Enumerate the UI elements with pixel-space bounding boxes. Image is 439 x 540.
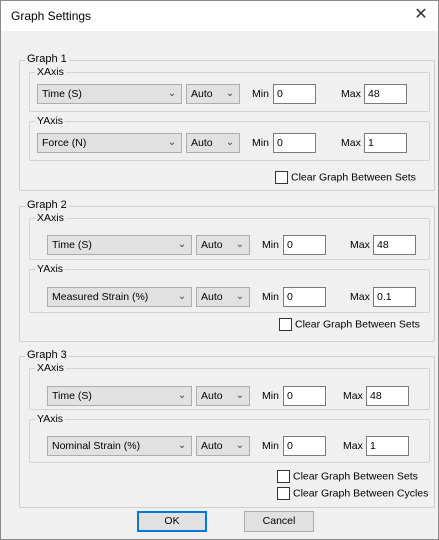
- graph-3-yaxis-min-input[interactable]: 0: [283, 436, 326, 456]
- graph-2-xaxis-group: XAxis Time (S) ⌄ Auto ⌄ Min 0 Max 48: [29, 212, 430, 260]
- graph-2-label: Graph 2: [25, 199, 69, 211]
- select-value: Time (S): [42, 88, 82, 100]
- graph-1-yaxis-quantity-select[interactable]: Force (N) ⌄: [37, 133, 182, 153]
- xaxis-label: XAxis: [35, 66, 66, 78]
- yaxis-label: YAxis: [35, 115, 66, 127]
- chevron-down-icon: ⌄: [235, 440, 245, 451]
- chevron-down-icon: ⌄: [177, 239, 187, 250]
- checkbox-box[interactable]: [277, 470, 290, 483]
- min-label: Min: [252, 88, 269, 100]
- select-value: Force (N): [42, 137, 87, 149]
- checkbox-label: Clear Graph Between Sets: [291, 171, 416, 184]
- cancel-button[interactable]: Cancel: [244, 511, 314, 532]
- graph-1-yaxis-scale-select[interactable]: Auto ⌄: [186, 133, 240, 153]
- graph-settings-dialog: Graph Settings ✕ Graph 1 XAxis Time (S) …: [0, 0, 439, 540]
- graph-3-xaxis-scale-select[interactable]: Auto ⌄: [196, 386, 250, 406]
- graph-1-yaxis-group: YAxis Force (N) ⌄ Auto ⌄ Min 0 Max 1: [29, 115, 430, 161]
- xaxis-label: XAxis: [35, 362, 66, 374]
- graph-2-xaxis-max-input[interactable]: 48: [373, 235, 416, 255]
- graph-1-xaxis-quantity-select[interactable]: Time (S) ⌄: [37, 84, 182, 104]
- ok-button[interactable]: OK: [137, 511, 207, 532]
- graph-2-yaxis-max-input[interactable]: 0.1: [373, 287, 416, 307]
- graph-1-xaxis-max-input[interactable]: 48: [364, 84, 407, 104]
- max-label: Max: [350, 291, 370, 303]
- chevron-down-icon: ⌄: [177, 291, 187, 302]
- graph-3-yaxis-scale-select[interactable]: Auto ⌄: [196, 436, 250, 456]
- chevron-down-icon: ⌄: [167, 137, 177, 148]
- select-value: Measured Strain (%): [52, 291, 149, 303]
- checkbox-box[interactable]: [275, 171, 288, 184]
- graph-3-label: Graph 3: [25, 349, 69, 361]
- graph-3-xaxis-min-input[interactable]: 0: [283, 386, 326, 406]
- graph-3-clear-between-cycles-checkbox[interactable]: Clear Graph Between Cycles: [277, 487, 428, 500]
- chevron-down-icon: ⌄: [235, 239, 245, 250]
- graph-3-clear-between-sets-checkbox[interactable]: Clear Graph Between Sets: [277, 470, 418, 483]
- select-value: Nominal Strain (%): [52, 440, 141, 452]
- graph-1-yaxis-max-input[interactable]: 1: [364, 133, 407, 153]
- graph-3-yaxis-max-input[interactable]: 1: [366, 436, 409, 456]
- min-label: Min: [262, 239, 279, 251]
- max-label: Max: [341, 88, 361, 100]
- min-label: Min: [262, 291, 279, 303]
- xaxis-label: XAxis: [35, 212, 66, 224]
- min-label: Min: [252, 137, 269, 149]
- graph-3-xaxis-group: XAxis Time (S) ⌄ Auto ⌄ Min 0 Max 48: [29, 362, 430, 410]
- graph-2-yaxis-min-input[interactable]: 0: [283, 287, 326, 307]
- select-value: Time (S): [52, 390, 92, 402]
- checkbox-label: Clear Graph Between Sets: [293, 470, 418, 483]
- graph-1-clear-between-sets-checkbox[interactable]: Clear Graph Between Sets: [275, 171, 416, 184]
- select-value: Auto: [191, 88, 213, 100]
- graph-1-xaxis-group: XAxis Time (S) ⌄ Auto ⌄ Min 0 Max 48: [29, 66, 430, 112]
- window-title: Graph Settings: [11, 9, 92, 23]
- checkbox-label: Clear Graph Between Sets: [295, 318, 420, 331]
- select-value: Auto: [201, 440, 223, 452]
- graph-1-group: Graph 1 XAxis Time (S) ⌄ Auto ⌄ Min 0 Ma…: [19, 53, 435, 191]
- graph-2-clear-between-sets-checkbox[interactable]: Clear Graph Between Sets: [279, 318, 420, 331]
- graph-3-group: Graph 3 XAxis Time (S) ⌄ Auto ⌄ Min 0 Ma…: [19, 349, 435, 508]
- graph-3-xaxis-max-input[interactable]: 48: [366, 386, 409, 406]
- graph-3-xaxis-quantity-select[interactable]: Time (S) ⌄: [47, 386, 192, 406]
- select-value: Auto: [201, 291, 223, 303]
- select-value: Time (S): [52, 239, 92, 251]
- close-icon[interactable]: ✕: [410, 4, 432, 26]
- chevron-down-icon: ⌄: [225, 88, 235, 99]
- select-value: Auto: [201, 239, 223, 251]
- graph-2-group: Graph 2 XAxis Time (S) ⌄ Auto ⌄ Min 0 Ma…: [19, 199, 435, 342]
- graph-1-label: Graph 1: [25, 53, 69, 65]
- chevron-down-icon: ⌄: [225, 137, 235, 148]
- max-label: Max: [341, 137, 361, 149]
- graph-1-xaxis-min-input[interactable]: 0: [273, 84, 316, 104]
- graph-2-xaxis-quantity-select[interactable]: Time (S) ⌄: [47, 235, 192, 255]
- select-value: Auto: [201, 390, 223, 402]
- graph-3-yaxis-quantity-select[interactable]: Nominal Strain (%) ⌄: [47, 436, 192, 456]
- max-label: Max: [343, 440, 363, 452]
- yaxis-label: YAxis: [35, 263, 66, 275]
- chevron-down-icon: ⌄: [235, 390, 245, 401]
- max-label: Max: [350, 239, 370, 251]
- chevron-down-icon: ⌄: [167, 88, 177, 99]
- graph-2-yaxis-scale-select[interactable]: Auto ⌄: [196, 287, 250, 307]
- checkbox-box[interactable]: [277, 487, 290, 500]
- graph-2-xaxis-scale-select[interactable]: Auto ⌄: [196, 235, 250, 255]
- chevron-down-icon: ⌄: [177, 390, 187, 401]
- graph-3-yaxis-group: YAxis Nominal Strain (%) ⌄ Auto ⌄ Min 0 …: [29, 413, 430, 463]
- graph-2-yaxis-quantity-select[interactable]: Measured Strain (%) ⌄: [47, 287, 192, 307]
- yaxis-label: YAxis: [35, 413, 66, 425]
- graph-1-xaxis-scale-select[interactable]: Auto ⌄: [186, 84, 240, 104]
- chevron-down-icon: ⌄: [177, 440, 187, 451]
- min-label: Min: [262, 440, 279, 452]
- max-label: Max: [343, 390, 363, 402]
- title-bar: Graph Settings ✕: [1, 1, 438, 31]
- checkbox-label: Clear Graph Between Cycles: [293, 487, 429, 500]
- graph-1-yaxis-min-input[interactable]: 0: [273, 133, 316, 153]
- graph-2-yaxis-group: YAxis Measured Strain (%) ⌄ Auto ⌄ Min 0…: [29, 263, 430, 313]
- select-value: Auto: [191, 137, 213, 149]
- graph-2-xaxis-min-input[interactable]: 0: [283, 235, 326, 255]
- checkbox-box[interactable]: [279, 318, 292, 331]
- chevron-down-icon: ⌄: [235, 291, 245, 302]
- min-label: Min: [262, 390, 279, 402]
